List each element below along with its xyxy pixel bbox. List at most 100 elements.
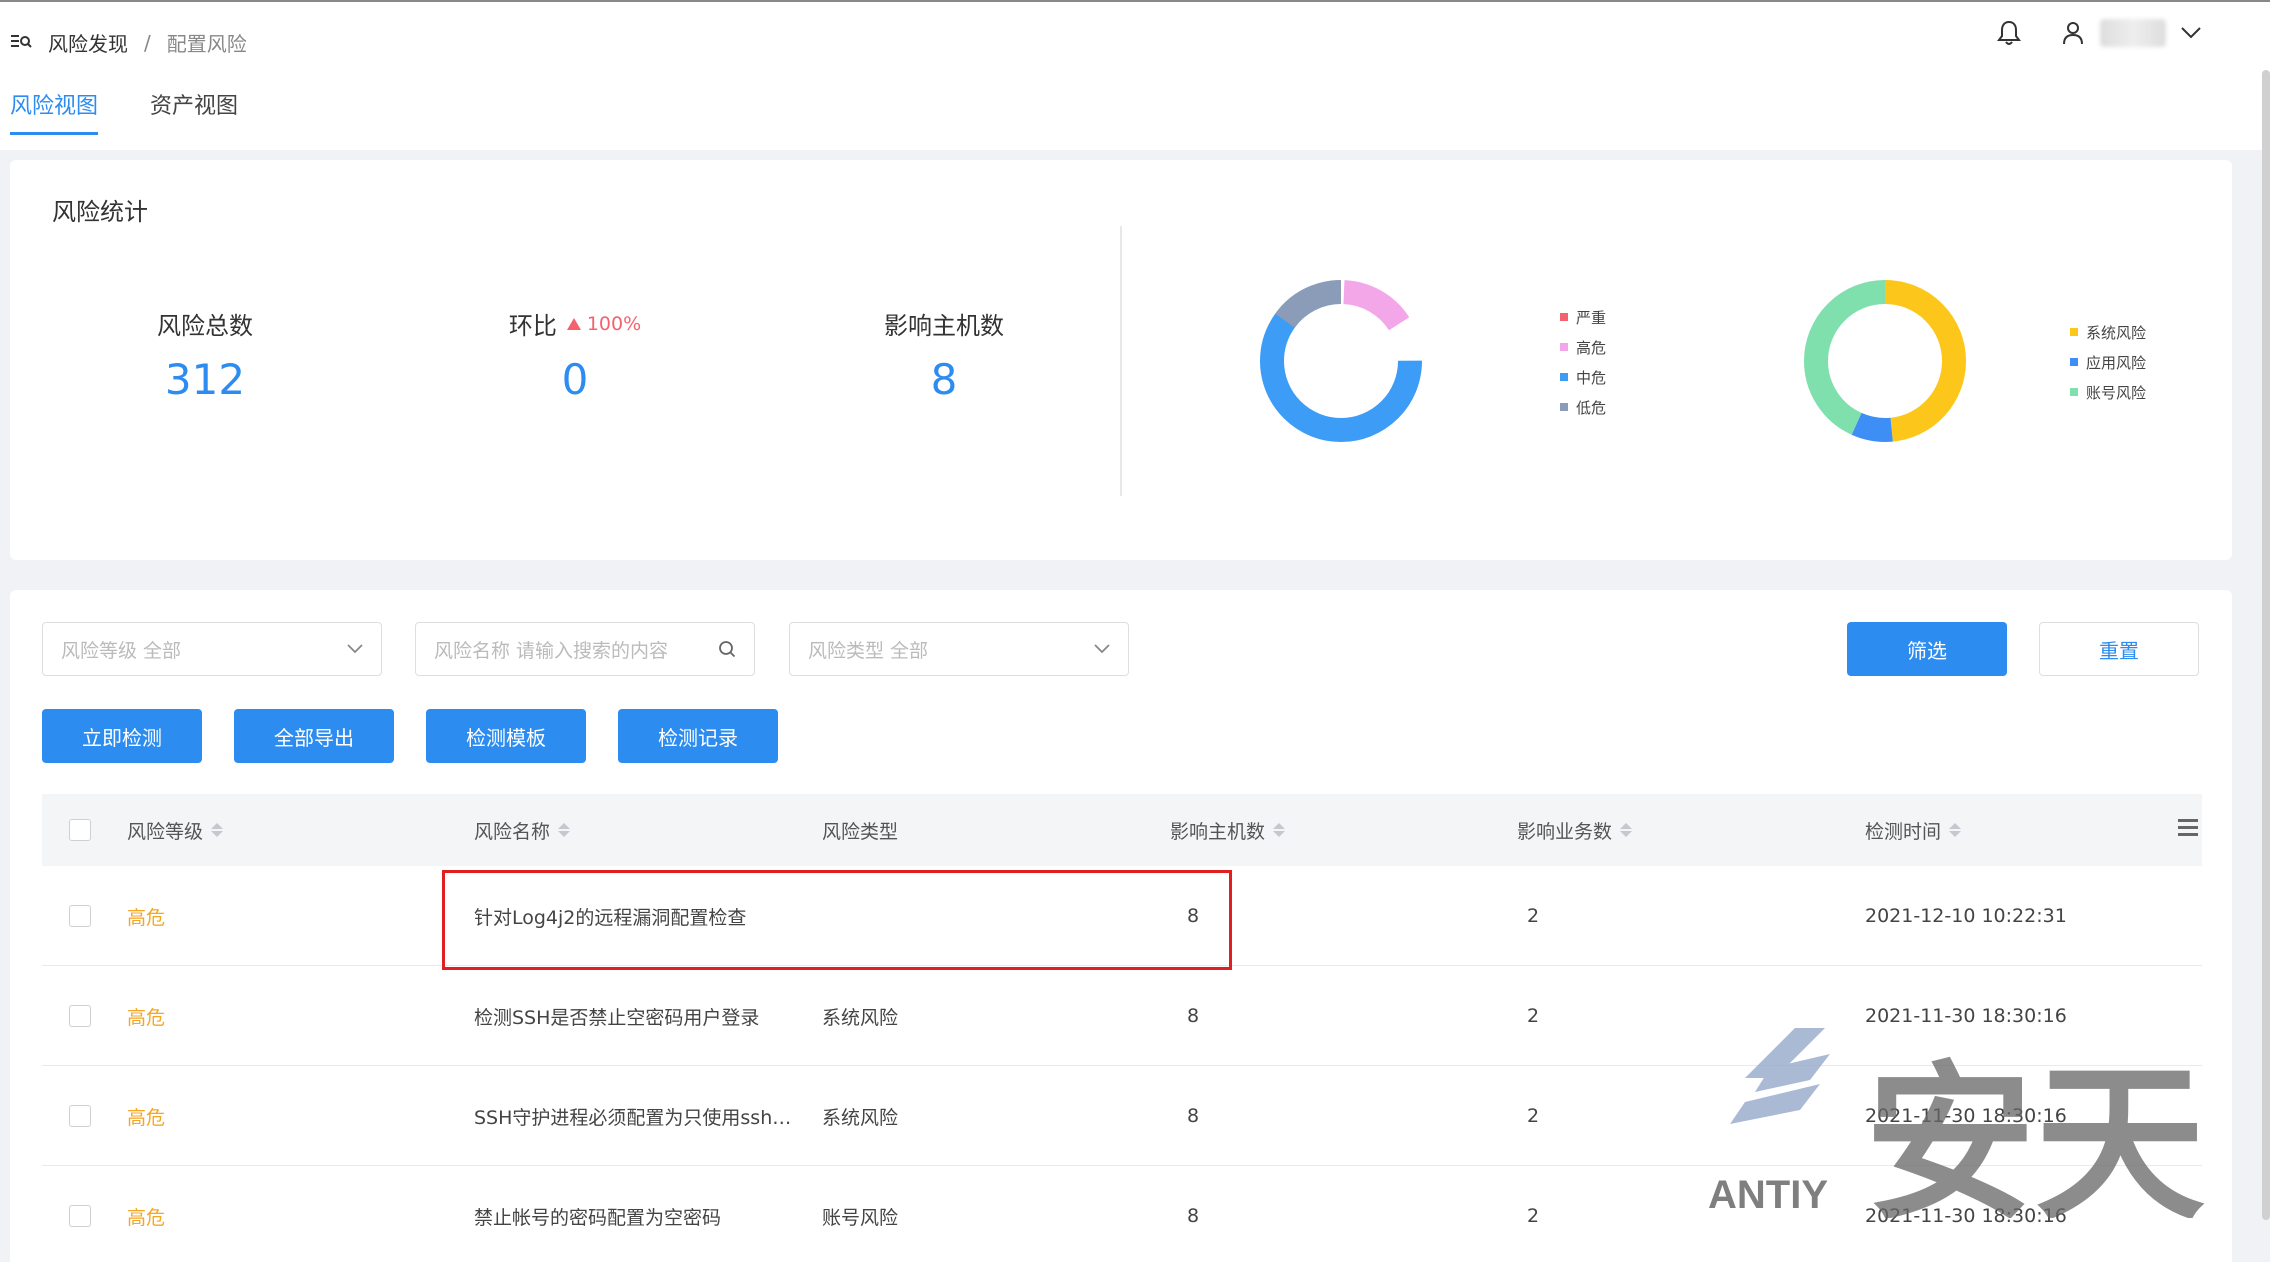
risk-type-donut-chart [1804,280,1966,442]
stats-divider [1120,226,1122,496]
risk-type-cell: 系统风险 [822,1106,899,1129]
detect-template-button[interactable]: 检测模板 [426,709,586,763]
risk-name-cell[interactable]: 针对Log4j2的远程漏洞配置检查 [474,866,746,966]
column-header-level[interactable]: 风险等级 [127,794,224,866]
chevron-down-icon[interactable] [2176,18,2206,48]
tab-risk-view[interactable]: 风险视图 [10,88,99,135]
sort-icon[interactable] [1273,823,1286,837]
table-row[interactable]: 高危 禁止帐号的密码配置为空密码 账号风险 8 2 2021-11-30 18:… [42,1166,2202,1262]
tab-asset-view[interactable]: 资产视图 [150,88,238,135]
ratio-stat: 环比 100% 0 [445,306,705,404]
hosts-cell[interactable]: 8 [1187,966,1199,1066]
legend-item-critical: 严重 [1560,302,1606,332]
column-header-hosts[interactable]: 影响主机数 [1170,794,1286,866]
time-cell: 2021-12-10 10:22:31 [1865,905,2067,927]
risk-type-cell: 账号风险 [822,1206,899,1229]
sort-icon[interactable] [558,823,571,837]
risk-level-legend: 严重 高危 中危 低危 [1560,302,1606,422]
legend-dot [1560,373,1568,381]
legend-item-account: 账号风险 [2070,377,2146,407]
legend-dot [2070,388,2078,396]
detect-records-button[interactable]: 检测记录 [618,709,778,763]
menu-collapse-icon[interactable] [10,30,32,52]
legend-label: 低危 [1576,398,1607,417]
risk-level-select[interactable]: 风险等级 全部 [42,622,382,676]
ratio-change: 100% [566,312,642,335]
legend-label: 高危 [1576,338,1607,357]
business-cell[interactable]: 2 [1527,966,1539,1066]
legend-label: 中危 [1576,368,1607,387]
table-row[interactable]: 高危 针对Log4j2的远程漏洞配置检查 8 2 2021-12-10 10:2… [42,866,2202,966]
risk-level-donut-chart [1260,280,1422,442]
business-cell[interactable]: 2 [1527,1166,1539,1262]
row-checkbox[interactable] [69,905,91,927]
column-header-label: 检测时间 [1865,820,1942,843]
affected-hosts-value: 8 [930,355,958,404]
sort-icon[interactable] [1620,823,1633,837]
user-icon[interactable] [2058,18,2088,48]
time-cell: 2021-11-30 18:30:16 [1865,1205,2067,1227]
legend-item-low: 低危 [1560,392,1606,422]
ratio-label: 环比 [508,312,557,340]
risk-name-cell[interactable]: 禁止帐号的密码配置为空密码 [474,1166,721,1262]
ratio-change-value: 100% [586,312,642,335]
risk-name-search-placeholder: 风险名称 请输入搜索的内容 [434,639,669,662]
affected-hosts-label: 影响主机数 [884,312,1004,340]
row-checkbox[interactable] [69,1205,91,1227]
column-header-label: 风险等级 [127,820,204,843]
column-header-business[interactable]: 影响业务数 [1517,794,1633,866]
row-checkbox[interactable] [69,1105,91,1127]
legend-item-high: 高危 [1560,332,1606,362]
total-risks-label: 风险总数 [157,312,253,340]
legend-dot [2070,358,2078,366]
business-cell[interactable]: 2 [1527,1066,1539,1166]
avatar[interactable] [2100,19,2166,47]
risk-level-cell: 高危 [127,1106,166,1129]
detect-now-button[interactable]: 立即检测 [42,709,202,763]
legend-item-application: 应用风险 [2070,347,2146,377]
table-header: 风险等级 风险名称 风险类型 影响主机数 影响业务数 检测时间 [42,794,2202,866]
top-bar: 风险发现 / 配置风险 风险视图 资产视图 [0,0,2270,150]
breadcrumb-root[interactable]: 风险发现 [48,28,128,57]
breadcrumb-separator: / [144,30,151,55]
hosts-cell[interactable]: 8 [1187,866,1199,966]
risk-name-search-input[interactable]: 风险名称 请输入搜索的内容 [415,622,755,676]
legend-item-system: 系统风险 [2070,317,2146,347]
bell-icon[interactable] [1994,18,2024,48]
table-row[interactable]: 高危 SSH守护进程必须配置为只使用ssh… 系统风险 8 2 2021-11-… [42,1066,2202,1166]
column-header-type: 风险类型 [822,794,898,866]
risk-list-card: 风险等级 全部 风险名称 请输入搜索的内容 风险类型 全部 筛选 重置 立即检测… [10,590,2232,1262]
risk-name-cell[interactable]: SSH守护进程必须配置为只使用ssh… [474,1066,791,1166]
column-header-label: 影响业务数 [1517,820,1613,843]
risk-level-cell: 高危 [127,906,166,929]
risk-stats-card: 风险统计 风险总数 312 环比 100% 0 影响主机数 8 严重 高危 中危… [10,160,2232,560]
select-all-checkbox[interactable] [69,819,91,841]
sort-icon[interactable] [211,823,224,837]
search-icon[interactable] [718,640,736,658]
column-settings-icon[interactable] [2178,819,2198,840]
sort-icon[interactable] [1949,823,1962,837]
table-row[interactable]: 高危 检测SSH是否禁止空密码用户登录 系统风险 8 2 2021-11-30 … [42,966,2202,1066]
risk-name-cell[interactable]: 检测SSH是否禁止空密码用户登录 [474,966,759,1066]
business-cell[interactable]: 2 [1527,866,1539,966]
view-tabs: 风险视图 资产视图 [10,88,238,135]
hosts-cell[interactable]: 8 [1187,1166,1199,1262]
total-risks-value: 312 [164,355,246,404]
risk-type-select[interactable]: 风险类型 全部 [789,622,1129,676]
hosts-cell[interactable]: 8 [1187,1066,1199,1166]
arrow-up-icon [566,317,581,330]
header-actions [1994,18,2206,48]
page-scrollbar[interactable] [2262,70,2270,1220]
legend-dot [2070,328,2078,336]
column-header-time[interactable]: 检测时间 [1865,794,1962,866]
row-checkbox[interactable] [69,1005,91,1027]
time-cell: 2021-11-30 18:30:16 [1865,1005,2067,1027]
legend-label: 应用风险 [2086,353,2147,372]
filter-button[interactable]: 筛选 [1847,622,2007,676]
legend-label: 系统风险 [2086,323,2147,342]
reset-button[interactable]: 重置 [2039,622,2199,676]
chevron-down-icon [347,644,363,654]
export-all-button[interactable]: 全部导出 [234,709,394,763]
ratio-value: 0 [561,355,589,404]
column-header-name[interactable]: 风险名称 [474,794,571,866]
